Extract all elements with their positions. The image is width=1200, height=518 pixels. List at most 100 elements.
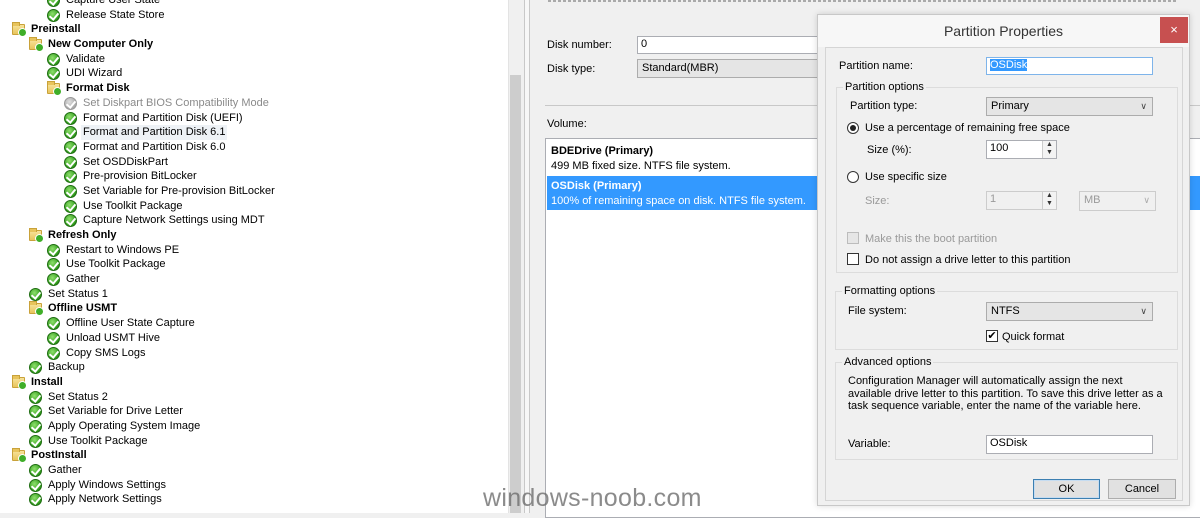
watermark: windows-noob.com	[483, 484, 702, 512]
tree-item-label: Set Status 2	[48, 390, 108, 403]
success-check-icon	[47, 8, 60, 22]
tree-item-label: Set Variable for Pre-provision BitLocker	[83, 184, 275, 197]
tree-step[interactable]: Backup	[0, 360, 508, 375]
size-unit-select[interactable]: MB ∨	[1079, 191, 1156, 211]
disabled-step-icon	[64, 96, 77, 110]
tree-group[interactable]: Preinstall	[0, 22, 508, 38]
tree-item-label: Unload USMT Hive	[66, 331, 160, 344]
advanced-description: Configuration Manager will automatically…	[848, 375, 1163, 412]
chevron-down-icon: ∨	[1143, 195, 1150, 205]
folder-icon	[47, 81, 62, 97]
close-icon[interactable]: ×	[1160, 17, 1188, 43]
tree-step[interactable]: Pre-provision BitLocker	[0, 169, 508, 184]
size-percent-spinner[interactable]: 100 ▲ ▼	[986, 140, 1057, 159]
tree-step[interactable]: Apply Operating System Image	[0, 419, 508, 434]
tree-item-label: Refresh Only	[48, 229, 117, 241]
tree-step[interactable]: Gather	[0, 463, 508, 478]
tree-step[interactable]: Use Toolkit Package	[0, 257, 508, 272]
variable-label: Variable:	[848, 438, 891, 450]
success-check-icon	[29, 287, 42, 301]
file-system-label: File system:	[848, 305, 907, 317]
tree-group[interactable]: Offline USMT	[0, 301, 508, 317]
success-check-icon	[29, 478, 42, 492]
tree-item-label: Format and Partition Disk 6.1	[81, 125, 228, 140]
tree-step[interactable]: Copy SMS Logs	[0, 346, 508, 361]
boot-partition-checkbox[interactable]	[847, 232, 859, 244]
tree-step[interactable]: Set Variable for Pre-provision BitLocker	[0, 184, 508, 199]
tree-step[interactable]: Set Status 1	[0, 287, 508, 302]
size-spinner[interactable]: 1 ▲ ▼	[986, 191, 1057, 210]
dialog-title: Partition Properties	[818, 15, 1189, 47]
success-check-icon	[47, 258, 60, 272]
tree-step[interactable]: Apply Windows Settings	[0, 478, 508, 493]
tree-step[interactable]: Gather	[0, 272, 508, 287]
tree-item-label: Restart to Windows PE	[66, 243, 180, 256]
radio-percentage[interactable]	[847, 122, 859, 134]
success-check-icon	[29, 464, 42, 477]
disk-type-select[interactable]: Standard(MBR)	[637, 59, 827, 78]
tree-step[interactable]: Unload USMT Hive	[0, 331, 508, 346]
ok-button[interactable]: OK	[1033, 479, 1100, 499]
tree-step[interactable]: Use Toolkit Package	[0, 434, 508, 449]
splitter[interactable]	[524, 0, 530, 513]
tree-step[interactable]: Set Status 2	[0, 390, 508, 405]
tree-item-label: Backup	[48, 361, 85, 374]
disk-number-label: Disk number:	[547, 39, 612, 51]
partition-options-legend: Partition options	[843, 80, 926, 94]
tree-group[interactable]: New Computer Only	[0, 37, 508, 53]
tree-item-label: Apply Windows Settings	[48, 478, 166, 491]
tree-item-label: Copy SMS Logs	[66, 346, 146, 359]
tree-scrollbar-thumb[interactable]	[510, 75, 521, 513]
no-drive-letter-checkbox[interactable]	[847, 253, 859, 265]
spinner-arrows-icon[interactable]: ▲ ▼	[1042, 141, 1056, 158]
folder-icon	[29, 228, 44, 243]
tree-step[interactable]: Release State Store	[0, 8, 508, 23]
success-check-icon	[64, 214, 77, 228]
tree-step[interactable]: Set Diskpart BIOS Compatibility Mode	[0, 96, 508, 111]
tree-step[interactable]: Capture User State	[0, 0, 508, 8]
tree-step[interactable]: Offline User State Capture	[0, 316, 508, 331]
cancel-button[interactable]: Cancel	[1108, 479, 1176, 499]
partition-name-input[interactable]: OSDisk	[986, 57, 1153, 75]
tree-step[interactable]: Capture Network Settings using MDT	[0, 213, 508, 228]
tree-item-label: Gather	[48, 464, 82, 476]
variable-input[interactable]: OSDisk	[986, 435, 1153, 454]
tree-step[interactable]: Apply Network Settings	[0, 492, 508, 507]
folder-icon	[12, 22, 27, 38]
tree-group[interactable]: Install	[0, 374, 508, 390]
tree-step[interactable]: Format and Partition Disk 6.0	[0, 140, 508, 155]
file-system-select[interactable]: NTFS ∨	[986, 302, 1153, 321]
tree-item-label: Format and Partition Disk (UEFI)	[83, 111, 243, 124]
quick-format-checkbox[interactable]: ✔	[986, 330, 998, 342]
tree-step[interactable]: Set Variable for Drive Letter	[0, 404, 508, 419]
tree-item-label: Use Toolkit Package	[48, 434, 148, 447]
partition-type-value: Primary	[991, 100, 1029, 112]
tree-step[interactable]: Format and Partition Disk (UEFI)	[0, 111, 508, 126]
tree-step[interactable]: Restart to Windows PE	[0, 243, 508, 258]
tree-step[interactable]: Set OSDDiskPart	[0, 155, 508, 170]
size-percent-label: Size (%):	[867, 144, 912, 156]
partition-type-select[interactable]: Primary ∨	[986, 97, 1153, 116]
size-label: Size:	[865, 195, 890, 207]
success-check-icon	[64, 170, 77, 184]
tree-group[interactable]: PostInstall	[0, 448, 508, 464]
success-check-icon	[47, 346, 60, 360]
tree-item-label: Format and Partition Disk 6.0	[83, 140, 226, 153]
folder-icon	[12, 448, 27, 464]
tree-item-label: Use Toolkit Package	[66, 258, 166, 271]
tree-step[interactable]: Format and Partition Disk 6.1	[0, 125, 508, 140]
formatting-options-legend: Formatting options	[842, 284, 938, 298]
tree-step[interactable]: Use Toolkit Package	[0, 199, 508, 214]
size-percent-value: 100	[990, 142, 1009, 154]
tree-item-label: Format Disk	[66, 82, 130, 95]
tree-group[interactable]: Format Disk	[0, 81, 508, 97]
disk-number-input[interactable]: 0	[637, 36, 827, 54]
tree-step[interactable]: UDI Wizard	[0, 66, 508, 81]
spinner-arrows-icon[interactable]: ▲ ▼	[1042, 192, 1056, 209]
tree-group[interactable]: Refresh Only	[0, 228, 508, 243]
tree-step[interactable]: Validate	[0, 52, 508, 67]
tree-item-label: Offline User State Capture	[66, 317, 195, 330]
radio-specific-size[interactable]	[847, 171, 859, 183]
cropped-instruction-text	[548, 0, 1178, 2]
tree-item-label: Capture User State	[66, 0, 161, 6]
